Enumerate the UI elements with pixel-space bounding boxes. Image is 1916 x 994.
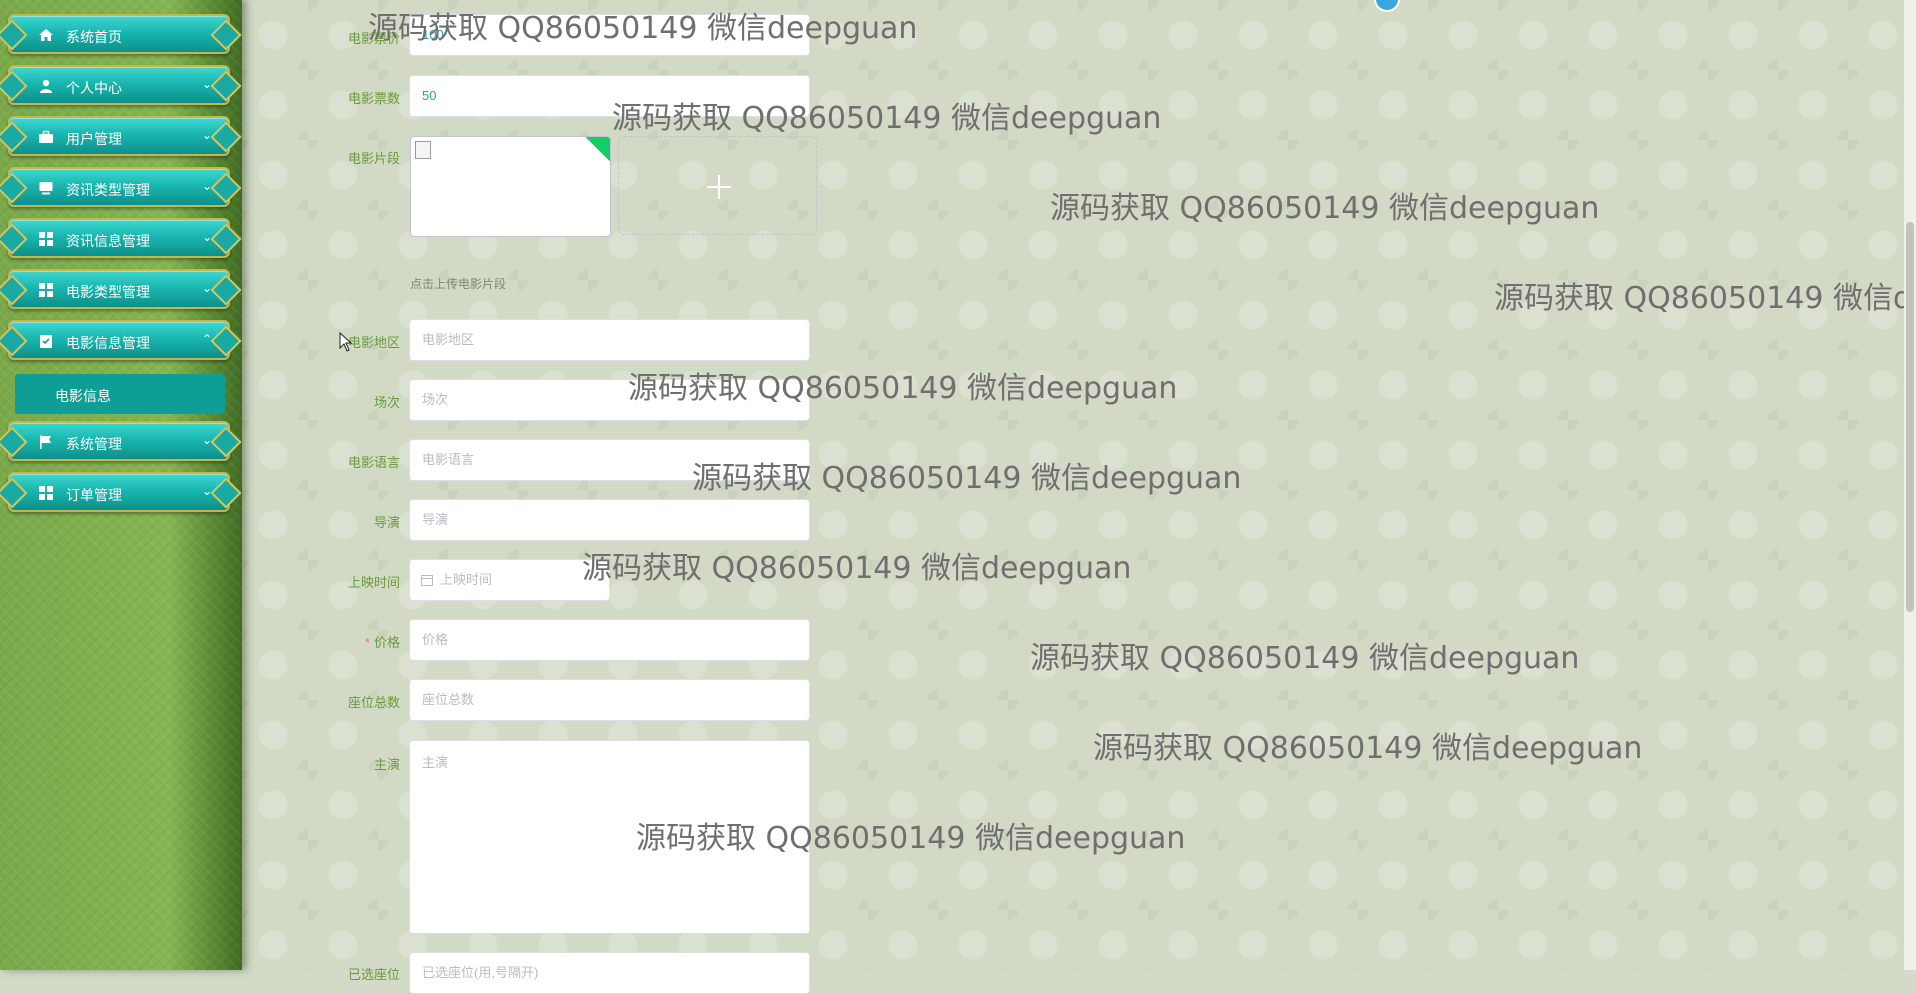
release-placeholder: 上映时间 (440, 572, 493, 587)
watermark-text: 源码获取 QQ86050149 微信deepguan (582, 551, 1132, 586)
watermark-text: 源码获取 QQ86050149 微信deepguan (628, 371, 1178, 406)
sidebar-item-personal-center[interactable]: 个人中心 ⌄ (8, 65, 230, 105)
watermark-text: 源码获取 QQ86050149 微信deepguan (636, 821, 1186, 856)
chevron-up-icon: ⌃ (202, 332, 213, 346)
sidebar-item-label: 电影类型管理 (66, 284, 150, 300)
user-icon (40, 79, 52, 93)
required-mark: * (364, 635, 370, 650)
chevron-down-icon: ⌄ (202, 77, 213, 91)
price-input[interactable]: 价格 (409, 619, 810, 661)
watermark-text: 源码获取 QQ86050149 微信deepguan (1093, 731, 1643, 766)
chevron-down-icon: ⌄ (202, 484, 213, 498)
chevron-down-icon: ⌄ (202, 281, 213, 295)
release-date-picker[interactable]: 上映时间 (409, 559, 610, 601)
form-label-selected-seats: 已选座位 (347, 967, 400, 982)
form-label-price: * 价格 (280, 632, 400, 651)
calendar-icon (421, 575, 433, 586)
watermark-text: 源码获取 QQ86050149 微信deepguan (1050, 191, 1600, 226)
briefcase-icon (39, 130, 53, 143)
sidebar-item-order-management[interactable]: 订单管理 ⌄ (8, 472, 230, 512)
upload-clip-button[interactable] (618, 136, 817, 235)
sidebar-item-label: 系统首页 (66, 29, 122, 45)
chevron-down-icon: ⌄ (202, 179, 213, 193)
form-label-clip: 电影片段 (347, 151, 400, 166)
sidebar-item-label: 个人中心 (66, 80, 122, 96)
clipboard-icon (40, 335, 52, 348)
watermark-text: 源码获取 QQ86050149 微信deepguan (612, 101, 1162, 136)
sidebar-item-home[interactable]: 系统首页 (8, 14, 230, 54)
scrollbar[interactable] (1904, 0, 1916, 970)
sidebar-subitem-movie-info[interactable]: 电影信息 (15, 374, 225, 414)
director-input[interactable]: 导演 (409, 499, 810, 541)
broken-image-icon (415, 141, 431, 159)
sidebar-item-label: 电影信息管理 (66, 335, 150, 351)
form-label-seats: 座位总数 (347, 695, 400, 710)
plus-icon (707, 175, 731, 199)
form-label-release: 上映时间 (347, 575, 400, 590)
grid-icon (39, 283, 53, 297)
form-label-session: 场次 (373, 395, 400, 410)
sidebar-item-movie-type[interactable]: 电影类型管理 ⌄ (8, 269, 230, 309)
sidebar-item-label: 用户管理 (66, 131, 122, 147)
chevron-down-icon: ⌄ (202, 230, 213, 244)
upload-success-badge (582, 137, 610, 166)
sidebar-item-movie-info[interactable]: 电影信息管理 ⌃ (8, 320, 230, 360)
mouse-cursor-icon (339, 332, 353, 352)
form-label-tickets: 电影票数 (347, 91, 400, 106)
price-label-text: 价格 (373, 635, 400, 650)
sidebar-item-system-management[interactable]: 系统管理 ⌄ (8, 421, 230, 461)
sidebar-item-label: 订单管理 (66, 487, 122, 503)
chevron-down-icon: ⌄ (202, 433, 213, 447)
watermark-text: 源码获取 QQ86050149 微信deepguan (692, 461, 1242, 496)
watermark-text: 源码获取 QQ86050149 微信deepguan (1030, 641, 1580, 676)
sidebar-item-news-info[interactable]: 资讯信息管理 ⌄ (8, 218, 230, 258)
sidebar-item-label: 资讯信息管理 (66, 233, 150, 249)
form-label-director: 导演 (373, 515, 400, 530)
monitor-icon (39, 182, 53, 195)
grid-icon (39, 232, 53, 246)
selected-seats-input[interactable]: 已选座位(用,号隔开) (409, 952, 810, 994)
seats-input[interactable]: 座位总数 (409, 679, 810, 721)
upload-hint: 点击上传电影片段 (410, 277, 507, 291)
chevron-down-icon: ⌄ (202, 128, 213, 142)
watermark-text: 源码获取 QQ86050149 微信deepguan (368, 11, 918, 46)
form-label-language: 电影语言 (347, 455, 400, 470)
sidebar-item-news-type[interactable]: 资讯类型管理 ⌄ (8, 167, 230, 207)
watermark-text: 源码获取 QQ86050149 微信deepguan (1494, 281, 1916, 316)
region-input[interactable]: 电影地区 (409, 319, 810, 361)
home-icon (39, 29, 53, 41)
grid-icon (39, 486, 53, 500)
sidebar-item-label: 资讯类型管理 (66, 182, 150, 198)
uploaded-clip-thumbnail[interactable] (410, 136, 611, 237)
sidebar-item-user-management[interactable]: 用户管理 ⌄ (8, 116, 230, 156)
flag-icon (40, 435, 51, 449)
sidebar-subitem-label: 电影信息 (55, 388, 111, 404)
scrollbar-thumb[interactable] (1906, 222, 1914, 612)
sidebar-item-label: 系统管理 (66, 436, 122, 452)
sidebar: 系统首页 个人中心 ⌄ 用户管理 ⌄ 资讯类型管理 ⌄ 资讯信息管理 ⌄ 电影类… (0, 0, 242, 970)
form-label-cast: 主演 (373, 757, 400, 772)
